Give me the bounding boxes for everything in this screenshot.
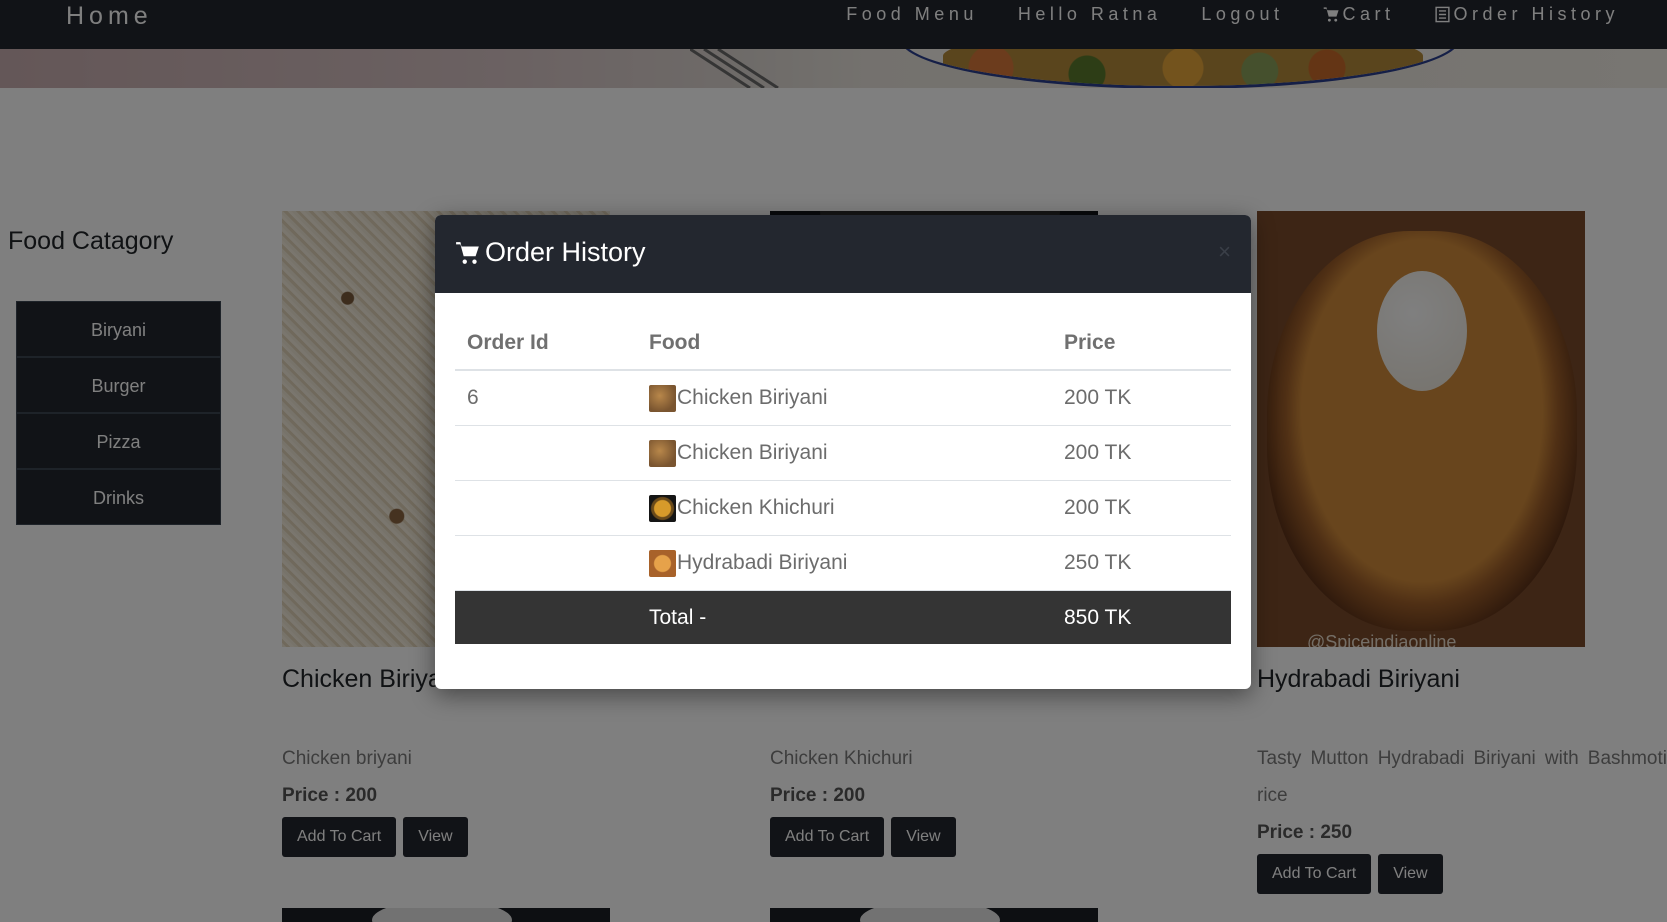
column-header: Price	[1064, 330, 1116, 354]
modal-header: Order History ×	[435, 215, 1251, 293]
food-thumbnail	[649, 439, 676, 467]
close-icon[interactable]: ×	[1218, 239, 1231, 265]
food-name: Chicken Khichuri	[677, 496, 835, 519]
price-cell: 200 TK	[1064, 496, 1132, 519]
order-id-cell: 6	[467, 386, 479, 409]
column-header: Order Id	[467, 330, 549, 354]
food-thumbnail	[649, 384, 676, 412]
cart-icon	[456, 241, 479, 264]
table-row: Hydrabadi Biriyani 250 TK	[455, 536, 1231, 591]
total-value: 850 TK	[1064, 605, 1132, 629]
food-thumbnail	[649, 494, 676, 522]
order-history-modal: Order History × Order Id Food Price 6 Ch…	[435, 215, 1251, 689]
food-cell: Hydrabadi Biriyani	[649, 549, 1064, 577]
total-row: Total - 850 TK	[455, 591, 1231, 644]
price-cell: 250 TK	[1064, 551, 1132, 574]
food-cell: Chicken Biriyani	[649, 439, 1064, 467]
column-header: Food	[649, 330, 701, 354]
food-name: Chicken Biriyani	[677, 386, 828, 409]
price-cell: 200 TK	[1064, 386, 1132, 409]
order-table: Order Id Food Price 6 Chicken Biriyani 2…	[455, 316, 1231, 644]
food-cell: Chicken Biriyani	[649, 384, 1064, 412]
food-name: Hydrabadi Biriyani	[677, 551, 848, 574]
food-name: Chicken Biriyani	[677, 441, 828, 464]
modal-title-text: Order History	[485, 237, 646, 267]
food-cell: Chicken Khichuri	[649, 494, 1064, 522]
modal-title: Order History	[455, 237, 646, 268]
table-row: 6 Chicken Biriyani 200 TK	[455, 371, 1231, 426]
total-label: Total -	[649, 605, 707, 629]
table-row: Chicken Biriyani 200 TK	[455, 426, 1231, 481]
table-header-row: Order Id Food Price	[455, 316, 1231, 371]
table-row: Chicken Khichuri 200 TK	[455, 481, 1231, 536]
food-thumbnail	[649, 549, 676, 577]
price-cell: 200 TK	[1064, 441, 1132, 464]
